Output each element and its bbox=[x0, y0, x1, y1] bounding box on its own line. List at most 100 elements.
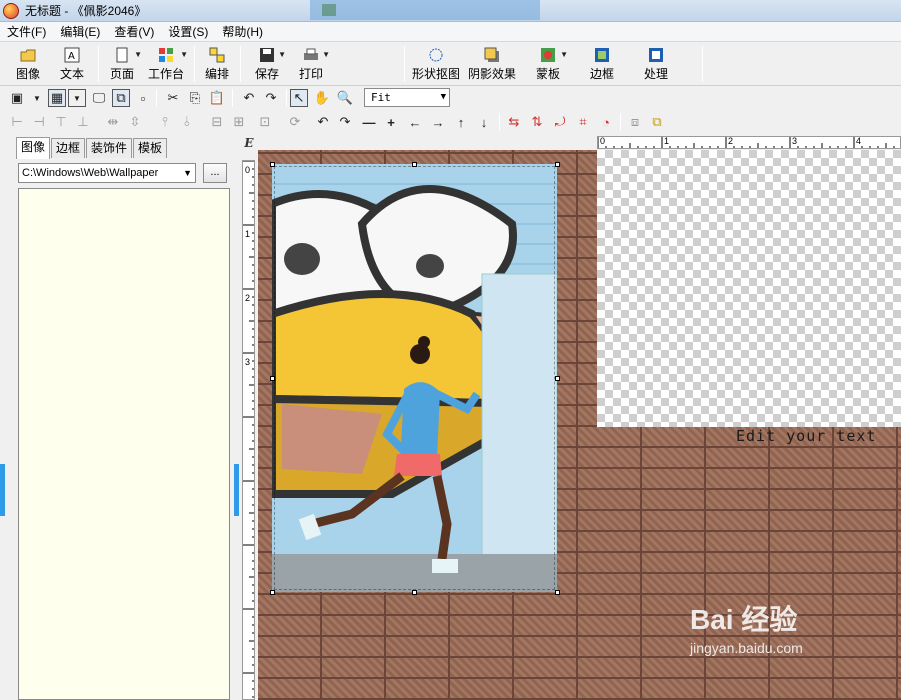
arrow-down-icon[interactable]: ↓ bbox=[475, 113, 493, 131]
hruler-label: 0 bbox=[600, 136, 606, 146]
browse-button[interactable]: ... bbox=[203, 163, 227, 183]
hand-icon[interactable]: ✋ bbox=[313, 89, 331, 107]
align-right-icon[interactable]: ⊣ bbox=[30, 113, 48, 131]
menu-settings[interactable]: 设置(S) bbox=[161, 23, 215, 40]
print-button[interactable]: 打印 ▼ bbox=[294, 44, 330, 84]
arrow-left-icon[interactable]: ← bbox=[406, 113, 424, 131]
bring-front-icon[interactable]: ⧉ bbox=[112, 89, 130, 107]
tab-border[interactable]: 边框 bbox=[51, 138, 86, 158]
align-bottom-icon[interactable]: ⊥ bbox=[74, 113, 92, 131]
workbench-button[interactable]: 工作台 ▼ bbox=[146, 44, 188, 84]
resize-handle-w[interactable] bbox=[270, 376, 275, 381]
minus-icon[interactable]: — bbox=[360, 113, 378, 131]
chevron-down-icon[interactable]: ▼ bbox=[183, 164, 192, 182]
group-icon[interactable]: ⧈ bbox=[626, 113, 644, 131]
chevron-down-icon[interactable]: ▼ bbox=[180, 50, 188, 59]
arrange-button[interactable]: 编排 bbox=[200, 44, 234, 84]
layer-icon[interactable]: ▣ bbox=[8, 89, 26, 107]
paste-icon[interactable]: 📋 bbox=[208, 89, 226, 107]
same-size-icon[interactable]: ⊡ bbox=[256, 113, 274, 131]
image-button[interactable]: 图像 bbox=[8, 44, 48, 84]
selection-outline bbox=[274, 166, 555, 590]
tab-template[interactable]: 模板 bbox=[133, 138, 168, 158]
rotate-90-icon[interactable]: ⤾ bbox=[551, 113, 569, 131]
menu-view[interactable]: 查看(V) bbox=[107, 23, 161, 40]
resize-handle-s[interactable] bbox=[412, 590, 417, 595]
ruler-unit-toggle[interactable]: E bbox=[240, 136, 258, 150]
send-back-icon[interactable]: ▫ bbox=[134, 89, 152, 107]
shadow-effect-button[interactable]: 阴影效果 bbox=[466, 44, 518, 84]
resize-handle-ne[interactable] bbox=[555, 162, 560, 167]
copy-icon[interactable]: ⎘ bbox=[186, 89, 204, 107]
redo-icon[interactable]: ↷ bbox=[262, 89, 280, 107]
hruler-label: 4 bbox=[856, 136, 862, 146]
save-button[interactable]: 保存 ▼ bbox=[250, 44, 286, 84]
resize-handle-e[interactable] bbox=[555, 376, 560, 381]
arrow-up-icon[interactable]: ↑ bbox=[452, 113, 470, 131]
resize-handle-se[interactable] bbox=[555, 590, 560, 595]
mask-button[interactable]: 蒙板 ▼ bbox=[530, 44, 568, 84]
cut-icon[interactable]: ✂ bbox=[164, 89, 182, 107]
save-button-label: 保存 bbox=[254, 67, 279, 81]
crop-icon[interactable]: ⌗ bbox=[574, 113, 592, 131]
chevron-down-icon[interactable]: ▼ bbox=[322, 50, 330, 59]
ungroup-icon[interactable]: ⧉ bbox=[648, 113, 666, 131]
rotate-right-icon[interactable]: ↷ bbox=[336, 113, 354, 131]
distribute-vertical-icon[interactable]: ⇳ bbox=[126, 113, 144, 131]
border-button[interactable]: 边框 bbox=[584, 44, 620, 84]
align-top-icon[interactable]: ⊤ bbox=[52, 113, 70, 131]
chevron-down-icon[interactable]: ▼ bbox=[278, 50, 286, 59]
editing-canvas[interactable]: Edit your text bbox=[258, 150, 901, 700]
undo-icon[interactable]: ↶ bbox=[240, 89, 258, 107]
menu-file[interactable]: 文件(F) bbox=[0, 23, 53, 40]
red-eye-icon[interactable]: ◔ bbox=[597, 113, 615, 131]
monitor-icon[interactable]: 🖵 bbox=[90, 89, 108, 107]
menu-edit[interactable]: 编辑(E) bbox=[53, 23, 107, 40]
border-button-label: 边框 bbox=[589, 67, 614, 81]
align-left-icon[interactable]: ⊢ bbox=[8, 113, 26, 131]
plus-icon[interactable]: + bbox=[382, 113, 400, 131]
resize-handle-nw[interactable] bbox=[270, 162, 275, 167]
folder-path-select[interactable]: C:\Windows\Web\Wallpaper ▼ bbox=[18, 163, 196, 183]
same-width-icon[interactable]: ⊟ bbox=[208, 113, 226, 131]
workbench-icon bbox=[159, 48, 173, 62]
zoom-select[interactable]: Fit ▼ bbox=[364, 88, 450, 107]
panel-collapse-handle[interactable] bbox=[234, 464, 239, 516]
grid-color-icon[interactable]: ▦ bbox=[48, 89, 66, 107]
arrow-right-icon[interactable]: → bbox=[429, 113, 447, 131]
text-button[interactable]: A 文本 bbox=[52, 44, 92, 84]
page-button[interactable]: 页面 ▼ bbox=[104, 44, 142, 84]
resize-handle-n[interactable] bbox=[412, 162, 417, 167]
rotate-free-icon[interactable]: ⟳ bbox=[286, 113, 304, 131]
menu-help[interactable]: 帮助(H) bbox=[215, 23, 270, 40]
tab-image[interactable]: 图像 bbox=[16, 137, 51, 159]
chevron-down-icon[interactable]: ▼ bbox=[68, 89, 86, 107]
center-horizontal-icon[interactable]: ⫯ bbox=[156, 113, 174, 131]
distribute-horizontal-icon[interactable]: ⇹ bbox=[104, 113, 122, 131]
zoom-icon[interactable]: 🔍 bbox=[336, 89, 354, 107]
shape-cutout-button-label: 形状抠图 bbox=[411, 67, 460, 81]
process-button[interactable]: 处理 bbox=[638, 44, 674, 84]
same-height-icon[interactable]: ⊞ bbox=[230, 113, 248, 131]
left-collapse-handle[interactable] bbox=[0, 464, 5, 516]
toolbar-separator bbox=[702, 46, 703, 82]
page-button-label: 页面 bbox=[109, 67, 134, 81]
chevron-down-icon[interactable]: ▼ bbox=[441, 89, 446, 106]
pointer-icon[interactable]: ↖ bbox=[290, 89, 308, 107]
canvas-text-box[interactable]: Edit your text bbox=[736, 427, 876, 445]
edit-toolbar: ▣ ▼ ▦ ▼ 🖵 ⧉ ▫ ✂ ⎘ 📋 ↶ ↷ ↖ ✋ 🔍 Fit ▼ bbox=[0, 86, 901, 110]
chevron-down-icon[interactable]: ▼ bbox=[134, 50, 142, 59]
flip-horizontal-icon[interactable]: ⇆ bbox=[505, 113, 523, 131]
resize-handle-sw[interactable] bbox=[270, 590, 275, 595]
center-vertical-icon[interactable]: ⫰ bbox=[178, 113, 196, 131]
chevron-down-icon[interactable]: ▼ bbox=[28, 89, 46, 107]
tab-decoration[interactable]: 装饰件 bbox=[86, 138, 133, 158]
chevron-down-icon[interactable]: ▼ bbox=[560, 50, 568, 59]
border-icon bbox=[595, 48, 609, 62]
flip-vertical-icon[interactable]: ⇅ bbox=[528, 113, 546, 131]
shape-cutout-button[interactable]: 形状抠图 bbox=[410, 44, 462, 84]
image-file-list[interactable] bbox=[18, 188, 230, 700]
workbench-button-label: 工作台 bbox=[147, 67, 184, 81]
rotate-left-icon[interactable]: ↶ bbox=[314, 113, 332, 131]
save-icon bbox=[260, 48, 274, 62]
